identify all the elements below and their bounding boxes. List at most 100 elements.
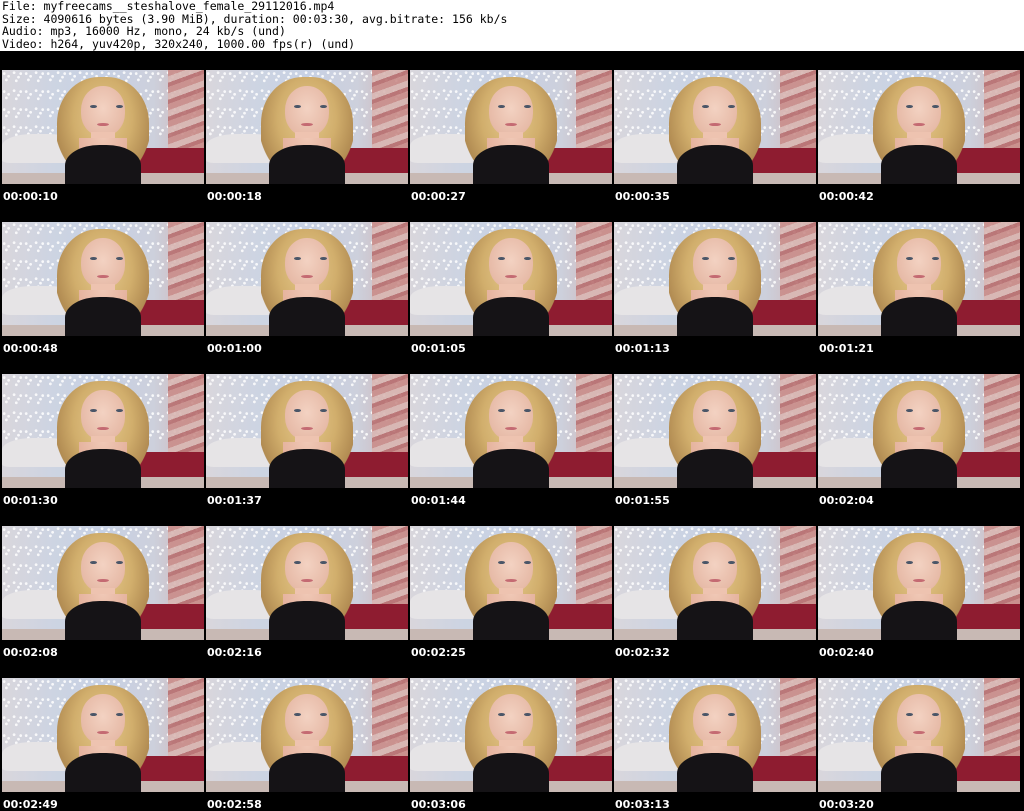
video-frame-thumbnail	[410, 70, 612, 184]
frame-face	[896, 541, 942, 593]
frame-top	[676, 297, 754, 336]
frame-top	[472, 145, 550, 184]
thumbnail-cell: 00:00:10	[0, 51, 204, 203]
video-frame-thumbnail	[410, 526, 612, 640]
video-frame-thumbnail	[818, 70, 1020, 184]
frame-face	[80, 237, 126, 289]
thumbnail-timestamp: 00:01:13	[615, 342, 670, 355]
frame-face	[896, 85, 942, 137]
thumbnail-cell: 00:02:49	[0, 659, 204, 811]
video-frame-thumbnail	[410, 374, 612, 488]
frame-face	[896, 389, 942, 441]
frame-face	[896, 693, 942, 745]
thumbnail-timestamp: 00:00:18	[207, 190, 262, 203]
frame-top	[880, 145, 958, 184]
frame-top	[64, 297, 142, 336]
video-frame-thumbnail	[818, 526, 1020, 640]
thumbnail-timestamp: 00:02:32	[615, 646, 670, 659]
thumbnail-cell: 00:01:37	[204, 355, 408, 507]
frame-top	[880, 297, 958, 336]
frame-face	[692, 237, 738, 289]
frame-top	[64, 601, 142, 640]
thumbnail-cell: 00:01:05	[408, 203, 612, 355]
thumbnail-timestamp: 00:00:35	[615, 190, 670, 203]
video-frame-thumbnail	[2, 374, 204, 488]
file-name-line: File: myfreecams__steshalove_female_2911…	[2, 0, 335, 13]
frame-face	[80, 85, 126, 137]
thumbnail-cell: 00:01:13	[612, 203, 816, 355]
video-frame-thumbnail	[410, 678, 612, 792]
thumbnail-cell: 00:00:18	[204, 51, 408, 203]
thumbnail-cell: 00:00:48	[0, 203, 204, 355]
video-frame-thumbnail	[2, 526, 204, 640]
thumbnail-timestamp: 00:02:16	[207, 646, 262, 659]
frame-top	[268, 449, 346, 488]
video-frame-thumbnail	[206, 222, 408, 336]
thumbnail-timestamp: 00:00:10	[3, 190, 58, 203]
frame-top	[64, 449, 142, 488]
thumbnail-cell: 00:02:40	[816, 507, 1020, 659]
frame-face	[488, 237, 534, 289]
thumbnail-grid: 00:00:10 00:00:18 00:00:27 00:00:35 00:00:42…	[0, 51, 1024, 811]
frame-face	[488, 693, 534, 745]
thumbnail-timestamp: 00:01:37	[207, 494, 262, 507]
thumbnail-timestamp: 00:02:49	[3, 798, 58, 811]
video-frame-thumbnail	[614, 678, 816, 792]
frame-face	[284, 85, 330, 137]
thumbnail-cell: 00:00:27	[408, 51, 612, 203]
frame-top	[472, 753, 550, 792]
thumbnail-cell: 00:03:06	[408, 659, 612, 811]
thumbnail-cell: 00:01:44	[408, 355, 612, 507]
thumbnail-cell: 00:01:00	[204, 203, 408, 355]
frame-face	[488, 389, 534, 441]
frame-top	[880, 753, 958, 792]
thumbnail-cell: 00:02:04	[816, 355, 1020, 507]
audio-info-line: Audio: mp3, 16000 Hz, mono, 24 kb/s (und…	[2, 24, 286, 38]
frame-face	[80, 389, 126, 441]
frame-top	[268, 753, 346, 792]
video-frame-thumbnail	[818, 678, 1020, 792]
thumbnail-cell: 00:02:25	[408, 507, 612, 659]
thumbnail-timestamp: 00:02:58	[207, 798, 262, 811]
frame-face	[896, 237, 942, 289]
thumbnail-cell: 00:01:21	[816, 203, 1020, 355]
thumbnail-timestamp: 00:02:04	[819, 494, 874, 507]
thumbnail-timestamp: 00:03:06	[411, 798, 466, 811]
thumbnail-cell: 00:02:16	[204, 507, 408, 659]
thumbnail-timestamp: 00:01:21	[819, 342, 874, 355]
frame-top	[676, 145, 754, 184]
frame-top	[268, 297, 346, 336]
video-frame-thumbnail	[614, 374, 816, 488]
thumbnail-timestamp: 00:03:20	[819, 798, 874, 811]
video-frame-thumbnail	[614, 70, 816, 184]
frame-face	[692, 541, 738, 593]
video-frame-thumbnail	[206, 70, 408, 184]
video-frame-thumbnail	[614, 526, 816, 640]
thumbnail-cell: 00:01:55	[612, 355, 816, 507]
frame-top	[676, 601, 754, 640]
frame-face	[284, 541, 330, 593]
frame-face	[692, 693, 738, 745]
frame-face	[80, 541, 126, 593]
thumbnail-timestamp: 00:00:48	[3, 342, 58, 355]
thumbnail-cell: 00:03:20	[816, 659, 1020, 811]
thumbnail-cell: 00:02:08	[0, 507, 204, 659]
frame-top	[268, 145, 346, 184]
video-frame-thumbnail	[206, 374, 408, 488]
frame-face	[692, 389, 738, 441]
frame-top	[676, 449, 754, 488]
file-info-header: File: myfreecams__steshalove_female_2911…	[0, 0, 1024, 51]
video-frame-thumbnail	[614, 222, 816, 336]
thumbnail-timestamp: 00:01:00	[207, 342, 262, 355]
thumbnail-cell: 00:02:32	[612, 507, 816, 659]
video-frame-thumbnail	[2, 222, 204, 336]
frame-top	[676, 753, 754, 792]
frame-top	[268, 601, 346, 640]
frame-top	[472, 449, 550, 488]
thumbnail-timestamp: 00:02:25	[411, 646, 466, 659]
frame-top	[64, 145, 142, 184]
frame-top	[880, 449, 958, 488]
frame-top	[472, 601, 550, 640]
thumbnail-timestamp: 00:01:05	[411, 342, 466, 355]
video-frame-thumbnail	[206, 526, 408, 640]
